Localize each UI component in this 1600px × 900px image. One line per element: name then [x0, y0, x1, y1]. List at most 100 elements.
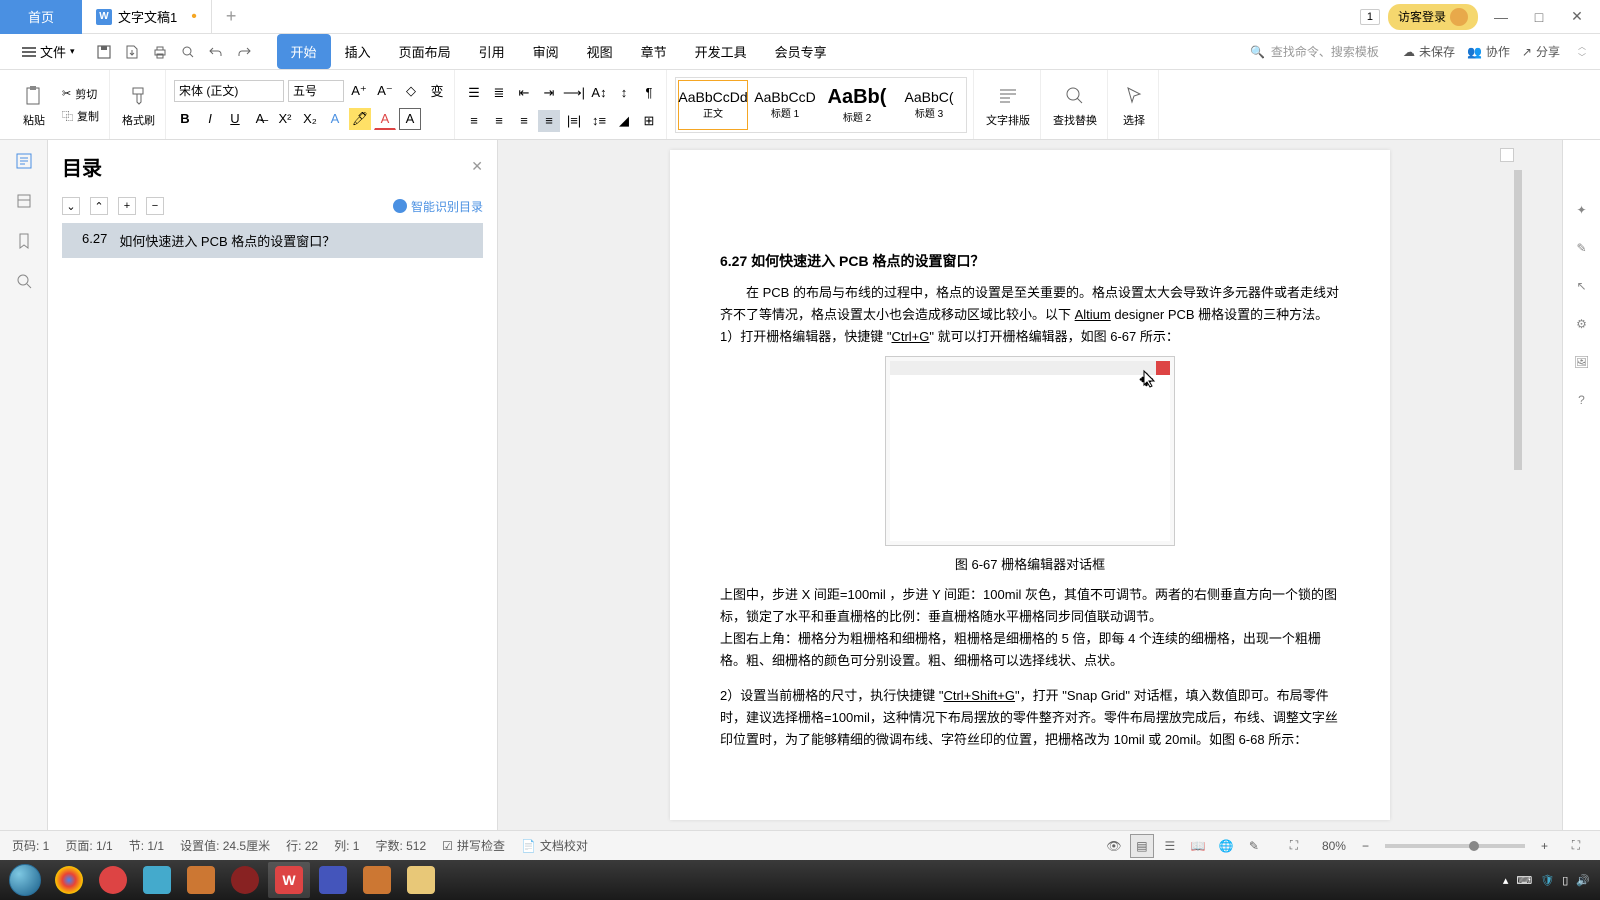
cut-button[interactable]: ✂剪切 — [58, 84, 103, 104]
tab-page-layout[interactable]: 页面布局 — [385, 34, 465, 69]
tab-references[interactable]: 引用 — [465, 34, 519, 69]
char-border-button[interactable]: A — [399, 108, 421, 130]
zoom-level[interactable]: 80% — [1322, 839, 1346, 853]
style-gallery[interactable]: AaBbCcDd正文 AaBbCcD标题 1 AaBb(标题 2 AaBbC(标… — [675, 77, 967, 133]
align-left-button[interactable]: ≡ — [463, 110, 485, 132]
bold-button[interactable]: B — [174, 108, 196, 130]
status-pagenum[interactable]: 页码: 1 — [12, 837, 49, 854]
command-search[interactable]: 🔍 查找命令、搜索模板 — [1250, 43, 1379, 60]
task-explorer[interactable] — [400, 862, 442, 898]
redo-icon[interactable] — [235, 43, 253, 61]
paste-button[interactable]: 粘贴 — [16, 82, 52, 128]
tab-devtools[interactable]: 开发工具 — [681, 34, 761, 69]
toc-expand-button[interactable]: ⌃ — [90, 197, 108, 215]
tray-shield-icon[interactable]: 🛡 — [1540, 874, 1554, 887]
pointer-icon[interactable]: ↖ — [1572, 276, 1592, 296]
underline-button[interactable]: U — [224, 108, 246, 130]
document-tab[interactable]: W 文字文稿1 • — [82, 0, 212, 34]
status-doccheck[interactable]: 📄文档校对 — [521, 837, 588, 854]
home-tab[interactable]: 首页 — [0, 0, 82, 34]
toc-remove-button[interactable]: − — [146, 197, 164, 215]
print-icon[interactable] — [151, 43, 169, 61]
select-button[interactable]: 选择 — [1116, 82, 1152, 128]
view-read-button[interactable]: 📖 — [1186, 834, 1210, 858]
grow-font-button[interactable]: A⁺ — [348, 80, 370, 102]
style-heading2[interactable]: AaBb(标题 2 — [822, 80, 892, 130]
distribute-button[interactable]: |≡| — [563, 110, 585, 132]
task-app1[interactable] — [92, 862, 134, 898]
line-spacing-button[interactable]: ↕≡ — [588, 110, 610, 132]
status-chars[interactable]: 字数: 512 — [375, 837, 426, 854]
tab-view[interactable]: 视图 — [573, 34, 627, 69]
task-wps[interactable]: W — [268, 862, 310, 898]
copy-button[interactable]: ⿻复制 — [58, 106, 103, 126]
format-painter-button[interactable]: 格式刷 — [118, 82, 159, 128]
text-effects-button[interactable]: A — [324, 108, 346, 130]
text-direction-button[interactable]: A↕ — [588, 82, 610, 104]
status-col[interactable]: 列: 1 — [334, 837, 359, 854]
settings-icon[interactable]: ⚙ — [1572, 314, 1592, 334]
view-annotate-button[interactable]: ✎ — [1242, 834, 1266, 858]
status-spell[interactable]: ☑拼写检查 — [442, 837, 505, 854]
undo-icon[interactable] — [207, 43, 225, 61]
task-app5[interactable] — [312, 862, 354, 898]
zoom-in-button[interactable]: + — [1541, 839, 1548, 853]
tray-volume-icon[interactable]: 🔊 — [1576, 874, 1590, 887]
unsaved-status[interactable]: ☁未保存 — [1403, 43, 1455, 60]
status-page[interactable]: 页面: 1/1 — [65, 837, 112, 854]
embedded-image[interactable]: ✥ — [885, 356, 1175, 546]
task-app6[interactable] — [356, 862, 398, 898]
zoom-out-button[interactable]: − — [1362, 839, 1369, 853]
sort-button[interactable]: ↕ — [613, 82, 635, 104]
task-app3[interactable] — [180, 862, 222, 898]
view-eye-button[interactable]: 👁 — [1102, 834, 1126, 858]
toc-collapse-button[interactable]: ⌄ — [62, 197, 80, 215]
task-chrome[interactable] — [48, 862, 90, 898]
tab-review[interactable]: 审阅 — [519, 34, 573, 69]
tab-member[interactable]: 会员专享 — [761, 34, 841, 69]
toc-add-button[interactable]: + — [118, 197, 136, 215]
show-marks-button[interactable]: ¶ — [638, 82, 660, 104]
tab-chapter[interactable]: 章节 — [627, 34, 681, 69]
status-setting[interactable]: 设置值: 24.5厘米 — [180, 837, 270, 854]
borders-button[interactable]: ⊞ — [638, 110, 660, 132]
view-page-button[interactable]: ▤ — [1130, 834, 1154, 858]
italic-button[interactable]: I — [199, 108, 221, 130]
task-app4[interactable] — [224, 862, 266, 898]
number-list-button[interactable]: ≣ — [488, 82, 510, 104]
view-outline-button[interactable]: ☰ — [1158, 834, 1182, 858]
print-preview-icon[interactable] — [179, 43, 197, 61]
add-tab-button[interactable]: + — [212, 6, 251, 27]
view-web-button[interactable]: 🌐 — [1214, 834, 1238, 858]
phonetic-button[interactable]: 变 — [426, 80, 448, 102]
file-menu[interactable]: 文件 ▾ — [14, 38, 83, 65]
tray-show-hidden[interactable]: ▴ — [1503, 874, 1509, 887]
increase-indent-button[interactable]: ⇥ — [538, 82, 560, 104]
smart-detect-toc[interactable]: 智能识别目录 — [393, 198, 483, 215]
outline-panel-icon[interactable] — [13, 150, 35, 172]
style-heading3[interactable]: AaBbC(标题 3 — [894, 80, 964, 130]
align-center-button[interactable]: ≡ — [488, 110, 510, 132]
bullet-list-button[interactable]: ☰ — [463, 82, 485, 104]
style-heading1[interactable]: AaBbCcD标题 1 — [750, 80, 820, 130]
strikethrough-button[interactable]: A̶ — [249, 108, 271, 130]
start-button[interactable] — [4, 862, 46, 898]
shrink-font-button[interactable]: A⁻ — [374, 80, 396, 102]
fit-width-button[interactable]: ⛶ — [1282, 834, 1306, 858]
toc-close-button[interactable]: ✕ — [471, 158, 483, 175]
bookmark-panel-icon[interactable] — [13, 230, 35, 252]
ruler-toggle[interactable] — [1500, 148, 1514, 162]
tab-count[interactable]: 1 — [1360, 9, 1380, 25]
find-replace-button[interactable]: 查找替换 — [1049, 82, 1101, 128]
edit-icon[interactable]: ✎ — [1572, 238, 1592, 258]
tab-stops-button[interactable]: ⟶| — [563, 82, 585, 104]
status-section[interactable]: 节: 1/1 — [129, 837, 164, 854]
subscript-button[interactable]: X₂ — [299, 108, 321, 130]
help-icon[interactable]: ? — [1572, 390, 1592, 410]
decrease-indent-button[interactable]: ⇤ — [513, 82, 535, 104]
scrollbar-vertical[interactable] — [1514, 170, 1522, 470]
document-area[interactable]: 6.27 如何快速进入 PCB 格点的设置窗口？ 在 PCB 的布局与布线的过程… — [498, 140, 1562, 830]
status-line[interactable]: 行: 22 — [286, 837, 318, 854]
share-button[interactable]: ↗分享 — [1522, 43, 1560, 60]
shading-button[interactable]: ◢ — [613, 110, 635, 132]
